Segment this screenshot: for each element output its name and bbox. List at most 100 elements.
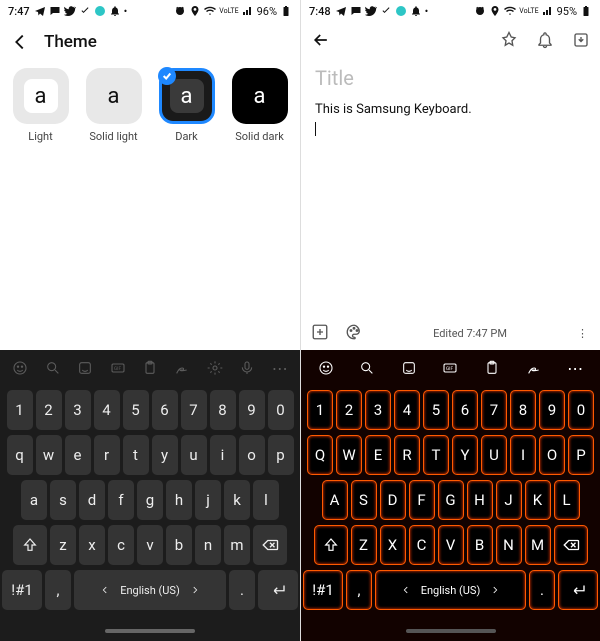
- space-key[interactable]: English (US): [74, 570, 226, 610]
- key-v[interactable]: V: [438, 525, 464, 565]
- key-q[interactable]: Q: [307, 435, 333, 475]
- key-v[interactable]: v: [137, 525, 163, 565]
- key-9[interactable]: 9: [239, 390, 265, 430]
- key-4[interactable]: 4: [394, 390, 420, 430]
- key-d[interactable]: D: [380, 480, 406, 520]
- comma-key[interactable]: ,: [346, 570, 372, 610]
- key-y[interactable]: Y: [452, 435, 478, 475]
- key-5[interactable]: 5: [123, 390, 149, 430]
- key-r[interactable]: r: [94, 435, 120, 475]
- add-button[interactable]: [311, 323, 329, 344]
- key-b[interactable]: b: [166, 525, 192, 565]
- palette-button[interactable]: [345, 323, 363, 344]
- key-3[interactable]: 3: [365, 390, 391, 430]
- key-j[interactable]: j: [195, 480, 221, 520]
- backspace-key[interactable]: [554, 525, 588, 565]
- theme-dark[interactable]: a Dark: [154, 68, 219, 143]
- key-6[interactable]: 6: [452, 390, 478, 430]
- key-z[interactable]: z: [50, 525, 76, 565]
- key-q[interactable]: q: [7, 435, 33, 475]
- key-k[interactable]: k: [224, 480, 250, 520]
- key-1[interactable]: 1: [7, 390, 33, 430]
- key-e[interactable]: e: [65, 435, 91, 475]
- key-f[interactable]: f: [108, 480, 134, 520]
- key-t[interactable]: T: [423, 435, 449, 475]
- save-button[interactable]: [572, 31, 590, 53]
- key-x[interactable]: X: [380, 525, 406, 565]
- key-h[interactable]: h: [166, 480, 192, 520]
- period-key[interactable]: .: [529, 570, 555, 610]
- mic-icon[interactable]: [233, 354, 261, 382]
- key-c[interactable]: c: [108, 525, 134, 565]
- shift-key[interactable]: [13, 525, 47, 565]
- key-d[interactable]: d: [79, 480, 105, 520]
- note-body-text[interactable]: This is Samsung Keyboard.: [315, 100, 586, 139]
- gear-icon[interactable]: [201, 354, 229, 382]
- key-s[interactable]: S: [351, 480, 377, 520]
- key-o[interactable]: o: [239, 435, 265, 475]
- symnum-key[interactable]: !#1: [2, 570, 42, 610]
- shift-key[interactable]: [314, 525, 348, 565]
- key-9[interactable]: 9: [539, 390, 565, 430]
- more-button[interactable]: ⋮: [577, 327, 590, 340]
- key-w[interactable]: w: [36, 435, 62, 475]
- theme-solid-light[interactable]: a Solid light: [81, 68, 146, 143]
- key-s[interactable]: s: [50, 480, 76, 520]
- sticker-icon[interactable]: [395, 354, 423, 382]
- sticker-icon[interactable]: [71, 354, 99, 382]
- key-l[interactable]: L: [554, 480, 580, 520]
- theme-light[interactable]: a Light: [8, 68, 73, 143]
- key-n[interactable]: n: [195, 525, 221, 565]
- key-o[interactable]: O: [539, 435, 565, 475]
- key-r[interactable]: R: [394, 435, 420, 475]
- emoji-icon[interactable]: [6, 354, 34, 382]
- key-m[interactable]: M: [525, 525, 551, 565]
- more-icon[interactable]: ⋯: [561, 354, 589, 382]
- key-2[interactable]: 2: [36, 390, 62, 430]
- reminder-button[interactable]: [536, 31, 554, 53]
- handwrite-icon[interactable]: [168, 354, 196, 382]
- pin-button[interactable]: [500, 31, 518, 53]
- key-1[interactable]: 1: [307, 390, 333, 430]
- key-3[interactable]: 3: [65, 390, 91, 430]
- period-key[interactable]: .: [229, 570, 255, 610]
- key-b[interactable]: B: [467, 525, 493, 565]
- key-e[interactable]: E: [365, 435, 391, 475]
- key-a[interactable]: A: [322, 480, 348, 520]
- key-l[interactable]: l: [253, 480, 279, 520]
- key-8[interactable]: 8: [210, 390, 236, 430]
- key-8[interactable]: 8: [510, 390, 536, 430]
- key-j[interactable]: J: [496, 480, 522, 520]
- symnum-key[interactable]: !#1: [303, 570, 343, 610]
- theme-solid-dark[interactable]: a Solid dark: [227, 68, 292, 143]
- backspace-key[interactable]: [253, 525, 287, 565]
- key-0[interactable]: 0: [268, 390, 294, 430]
- key-w[interactable]: W: [336, 435, 362, 475]
- search-icon[interactable]: [353, 354, 381, 382]
- clipboard-icon[interactable]: [478, 354, 506, 382]
- enter-key[interactable]: [558, 570, 598, 610]
- key-x[interactable]: x: [79, 525, 105, 565]
- key-7[interactable]: 7: [181, 390, 207, 430]
- key-m[interactable]: m: [224, 525, 250, 565]
- key-y[interactable]: y: [152, 435, 178, 475]
- key-2[interactable]: 2: [336, 390, 362, 430]
- back-button[interactable]: [8, 30, 32, 54]
- key-p[interactable]: p: [268, 435, 294, 475]
- key-k[interactable]: K: [525, 480, 551, 520]
- key-u[interactable]: u: [181, 435, 207, 475]
- key-4[interactable]: 4: [94, 390, 120, 430]
- key-i[interactable]: I: [510, 435, 536, 475]
- search-icon[interactable]: [39, 354, 67, 382]
- note-title-placeholder[interactable]: Title: [315, 66, 586, 90]
- key-7[interactable]: 7: [481, 390, 507, 430]
- key-f[interactable]: F: [409, 480, 435, 520]
- key-t[interactable]: t: [123, 435, 149, 475]
- key-n[interactable]: N: [496, 525, 522, 565]
- key-p[interactable]: P: [568, 435, 594, 475]
- note-editor[interactable]: Title This is Samsung Keyboard.: [301, 62, 600, 316]
- clipboard-icon[interactable]: [136, 354, 164, 382]
- emoji-icon[interactable]: [312, 354, 340, 382]
- back-button[interactable]: [311, 30, 331, 54]
- key-g[interactable]: G: [438, 480, 464, 520]
